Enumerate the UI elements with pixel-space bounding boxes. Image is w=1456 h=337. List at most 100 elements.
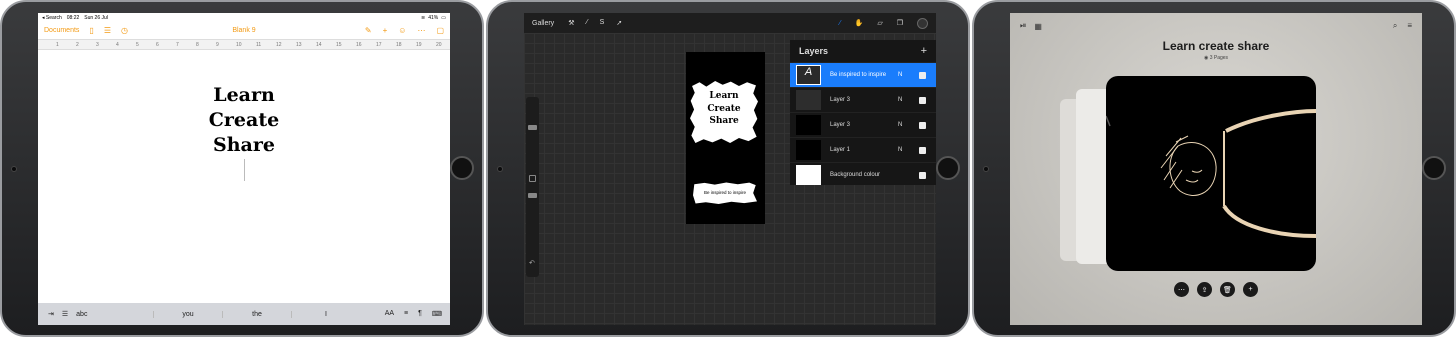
status-back-search[interactable]: ◂ Search [42, 15, 62, 21]
pages-screen: ◂ Search 08:22 Sun 26 Jul ≋ 41% ▭ Docume… [38, 13, 450, 325]
ruler-mark: 13 [296, 42, 302, 48]
add-layer-icon[interactable]: + [921, 45, 927, 57]
layer-row[interactable]: Layer 1 N [790, 137, 936, 162]
layer-thumbnail [796, 90, 821, 110]
page-count-label: 3 Pages [1209, 55, 1229, 61]
front-camera [497, 166, 503, 172]
front-camera [11, 166, 17, 172]
ruler-mark: 14 [316, 42, 322, 48]
ruler-mark: 6 [156, 42, 159, 48]
wrench-icon[interactable]: ⚒ [568, 19, 574, 27]
layer-visibility-checkbox[interactable] [919, 71, 926, 79]
eraser-icon[interactable]: ▱ [877, 19, 882, 27]
line-drawing-illustration [1106, 109, 1316, 238]
abc-button[interactable]: abc [76, 311, 87, 318]
layer-row[interactable]: Background colour [790, 162, 936, 187]
magic-wand-icon[interactable]: ⁄ [586, 19, 587, 27]
layer-name: Layer 3 [830, 97, 851, 103]
more-options-button[interactable]: ⋯ [1174, 282, 1189, 297]
layers-icon[interactable]: ❐ [897, 19, 903, 27]
ipad-frame-procreate: Gallery ⚒ ⁄ S ➚ ⁄ ✋ ▱ ❐ ↶ Learn Create Sha… [486, 0, 970, 337]
layer-thumbnail [796, 165, 821, 185]
search-icon[interactable]: ⌕ [1393, 21, 1397, 31]
gallery-button[interactable]: Gallery [532, 20, 554, 27]
tab-icon[interactable]: ⇥ [48, 310, 54, 318]
artwork-canvas[interactable]: Learn Create Share Be inspired to inspire [686, 52, 765, 224]
stack-page-front[interactable] [1106, 76, 1316, 271]
layer-row[interactable]: Layer 3 N [790, 112, 936, 137]
menu-icon[interactable]: ≡ [1407, 21, 1412, 31]
align-icon[interactable]: ≡ [404, 310, 408, 318]
selection-icon[interactable]: S [600, 19, 605, 27]
ruler-mark: 1 [56, 42, 59, 48]
keyboard-shortcut-bar: ⇥ ☰ abc you the I AA ≡ ¶ ⌨ [38, 303, 450, 325]
home-button[interactable] [1422, 156, 1446, 180]
brush-icon[interactable]: ⁄ [839, 20, 840, 27]
layer-thumbnail [796, 115, 821, 135]
suggestion-2[interactable]: the [222, 310, 291, 318]
layer-name: Be inspired to inspire [830, 72, 887, 78]
status-time: 08:22 [66, 14, 80, 21]
color-swatch[interactable] [917, 17, 928, 29]
undo-icon[interactable]: ↶ [529, 259, 535, 267]
torn-paper-caption: Be inspired to inspire [693, 182, 757, 204]
layer-blend-mode[interactable]: N [898, 72, 910, 78]
layer-blend-mode[interactable]: N [898, 97, 910, 103]
transform-icon[interactable]: ➚ [616, 19, 622, 27]
smudge-icon[interactable]: ✋ [855, 19, 864, 27]
layer-row[interactable]: Layer 3 N [790, 87, 936, 112]
home-button[interactable] [936, 156, 960, 180]
documents-button[interactable]: Documents [44, 27, 79, 34]
add-page-button[interactable]: + [1243, 282, 1258, 297]
playback-icon[interactable]: ⏯ [1020, 21, 1026, 31]
sidebar-icon[interactable]: ▯ [89, 26, 93, 35]
layer-blend-mode[interactable]: N [898, 147, 910, 153]
layers-panel: Layers + A Be inspired to inspire N Layer 3… [790, 40, 936, 185]
pages-toolbar: Documents ▯ ☰ ◷ Blank 9 ✎ + ☺ ⋯ ▢ [38, 22, 450, 40]
layer-name: Background colour [830, 172, 881, 178]
add-icon[interactable]: + [383, 26, 388, 35]
suggestion-1[interactable]: you [153, 310, 222, 318]
opacity-slider[interactable] [528, 193, 537, 198]
modify-button[interactable] [529, 175, 536, 182]
ruler[interactable]: 1 2 3 4 5 6 7 8 9 10 11 12 13 14 15 16 17 18 19 20 [38, 40, 450, 50]
ruler-mark: 11 [256, 42, 262, 48]
format-brush-icon[interactable]: ✎ [365, 26, 372, 35]
ruler-mark: 17 [376, 42, 382, 48]
layer-visibility-checkbox[interactable] [919, 146, 926, 154]
status-date: Sun 26 Jul [84, 14, 108, 21]
layer-name: Layer 1 [830, 147, 851, 153]
layers-title: Layers [799, 46, 829, 56]
document-body[interactable]: Learn Create Share [38, 83, 450, 158]
layer-visibility-checkbox[interactable] [919, 171, 926, 179]
list-style-icon[interactable]: ☰ [62, 310, 68, 318]
canvas-title-line: Learn [709, 91, 739, 101]
ruler-mark: 3 [96, 42, 99, 48]
history-icon[interactable]: ◷ [121, 26, 128, 35]
keyboard-icon[interactable]: ⌨ [432, 310, 442, 318]
layer-visibility-checkbox[interactable] [919, 121, 926, 129]
ruler-mark: 19 [416, 42, 422, 48]
side-slider-bar[interactable]: ↶ [526, 97, 539, 277]
more-icon[interactable]: ⋯ [417, 26, 425, 35]
ipad-frame-pages: ◂ Search 08:22 Sun 26 Jul ≋ 41% ▭ Docume… [0, 0, 484, 337]
home-button[interactable] [450, 156, 474, 180]
layer-thumbnail: A [796, 65, 821, 85]
document-setup-icon[interactable]: ▢ [436, 26, 444, 35]
layer-row[interactable]: A Be inspired to inspire N [790, 62, 936, 87]
layer-blend-mode[interactable]: N [898, 122, 910, 128]
list-icon[interactable]: ☰ [104, 26, 111, 35]
share-button[interactable]: ⇪ [1197, 282, 1212, 297]
delete-button[interactable]: 🗑 [1220, 282, 1235, 297]
paragraph-icon[interactable]: ¶ [418, 310, 422, 318]
brush-size-slider[interactable] [528, 125, 537, 130]
ruler-mark: 4 [116, 42, 119, 48]
ruler-mark: 2 [76, 42, 79, 48]
grid-icon[interactable]: ▦ [1034, 22, 1042, 31]
suggestion-3[interactable]: I [291, 310, 360, 318]
document-line: Create [208, 109, 280, 131]
wifi-icon: ≋ [421, 14, 426, 21]
font-size-button[interactable]: AA [385, 310, 394, 318]
layer-visibility-checkbox[interactable] [919, 96, 926, 104]
collaborate-icon[interactable]: ☺ [398, 26, 406, 35]
